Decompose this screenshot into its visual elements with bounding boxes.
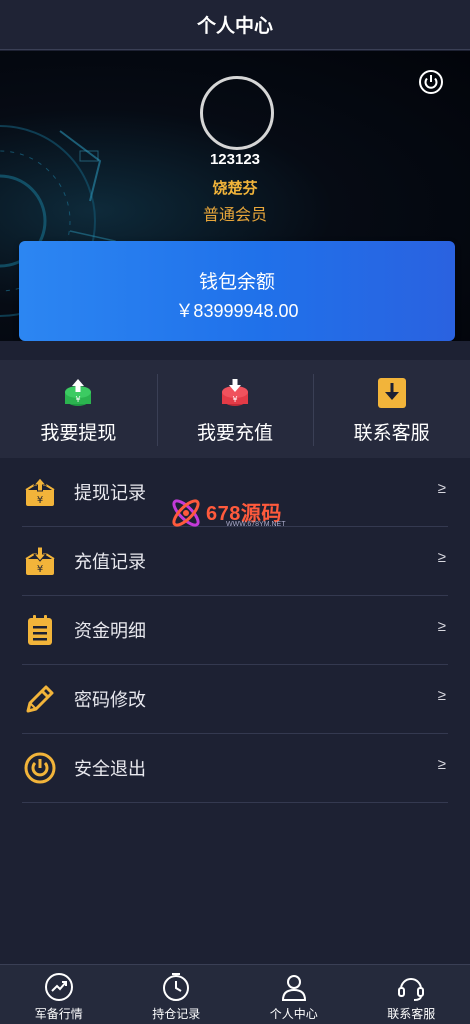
menu-item-safe-exit[interactable]: 安全退出 ≥ xyxy=(22,734,448,803)
menu-label: 密码修改 xyxy=(74,690,146,710)
recharge-record-icon: ¥ xyxy=(25,546,55,575)
recharge-button[interactable]: ¥ 我要充值 xyxy=(156,360,314,458)
watermark: 678源码 WWW.678YM.NET xyxy=(168,495,308,535)
menu-label: 资金明细 xyxy=(74,621,146,641)
menu-label: 安全退出 xyxy=(74,759,146,779)
tab-label: 军备行情 xyxy=(34,1007,83,1021)
download-box-icon xyxy=(377,378,406,408)
tab-positions[interactable]: 持仓记录 xyxy=(118,965,236,1024)
tab-customer-service[interactable]: 联系客服 xyxy=(353,965,470,1024)
wallet-card: 钱包余额 ￥83999948.00 xyxy=(19,241,455,341)
clock-icon xyxy=(163,973,190,1001)
headset-icon xyxy=(398,978,425,1001)
tab-profile[interactable]: 个人中心 xyxy=(235,965,353,1024)
chevron-right-icon: ≥ xyxy=(437,687,446,704)
user-name: 饶楚芬 xyxy=(212,180,258,197)
svg-text:¥: ¥ xyxy=(37,564,43,575)
recharge-label: 我要充值 xyxy=(197,423,274,444)
member-level: 普通会员 xyxy=(202,207,267,224)
power-icon xyxy=(24,752,56,784)
avatar[interactable] xyxy=(200,76,274,150)
trend-icon xyxy=(44,973,73,1001)
recharge-icon: ¥ xyxy=(222,379,248,406)
profile-hero: 123123 饶楚芬 普通会员 钱包余额 ￥83999948.00 xyxy=(0,51,470,341)
chevron-right-icon: ≥ xyxy=(437,618,446,635)
withdraw-icon: ¥ xyxy=(65,379,92,406)
wallet-label: 钱包余额 xyxy=(198,272,275,293)
page-title: 个人中心 xyxy=(196,16,273,37)
svg-text:¥: ¥ xyxy=(76,395,81,404)
svg-text:¥: ¥ xyxy=(232,395,237,404)
wallet-balance: ￥83999948.00 xyxy=(175,301,299,321)
clipboard-icon xyxy=(28,615,52,645)
logout-power-icon[interactable] xyxy=(418,69,444,95)
contact-service-button[interactable]: 联系客服 xyxy=(313,360,470,458)
user-id: 123123 xyxy=(209,151,261,168)
menu-item-change-password[interactable]: 密码修改 ≥ xyxy=(22,665,448,734)
menu-label: 提现记录 xyxy=(74,483,146,503)
withdraw-button[interactable]: ¥ 我要提现 xyxy=(0,360,157,458)
atom-logo-icon xyxy=(172,499,200,527)
pencil-icon xyxy=(26,685,54,713)
tab-label: 联系客服 xyxy=(387,1007,436,1021)
tab-label: 个人中心 xyxy=(269,1007,318,1021)
chevron-right-icon: ≥ xyxy=(437,480,446,497)
withdraw-label: 我要提现 xyxy=(40,423,117,444)
svg-text:¥: ¥ xyxy=(37,495,43,506)
withdraw-record-icon: ¥ xyxy=(25,477,55,506)
chevron-right-icon: ≥ xyxy=(437,756,446,773)
tab-label: 持仓记录 xyxy=(152,1007,201,1021)
menu-item-recharge-record[interactable]: ¥ 充值记录 ≥ xyxy=(22,527,448,596)
contact-service-label: 联系客服 xyxy=(353,423,430,444)
user-icon xyxy=(281,975,306,1001)
bottom-tab-bar: 军备行情 持仓记录 个人中心 联系客服 xyxy=(0,964,470,1024)
tab-market[interactable]: 军备行情 xyxy=(0,965,118,1024)
watermark-subtext: WWW.678YM.NET xyxy=(226,521,286,528)
top-bar: 个人中心 xyxy=(0,0,470,50)
menu-item-fund-details[interactable]: 资金明细 ≥ xyxy=(22,596,448,665)
menu-label: 充值记录 xyxy=(74,552,146,572)
chevron-right-icon: ≥ xyxy=(437,549,446,566)
quick-actions: ¥ 我要提现 ¥ 我要充值 联系客服 xyxy=(0,360,470,458)
